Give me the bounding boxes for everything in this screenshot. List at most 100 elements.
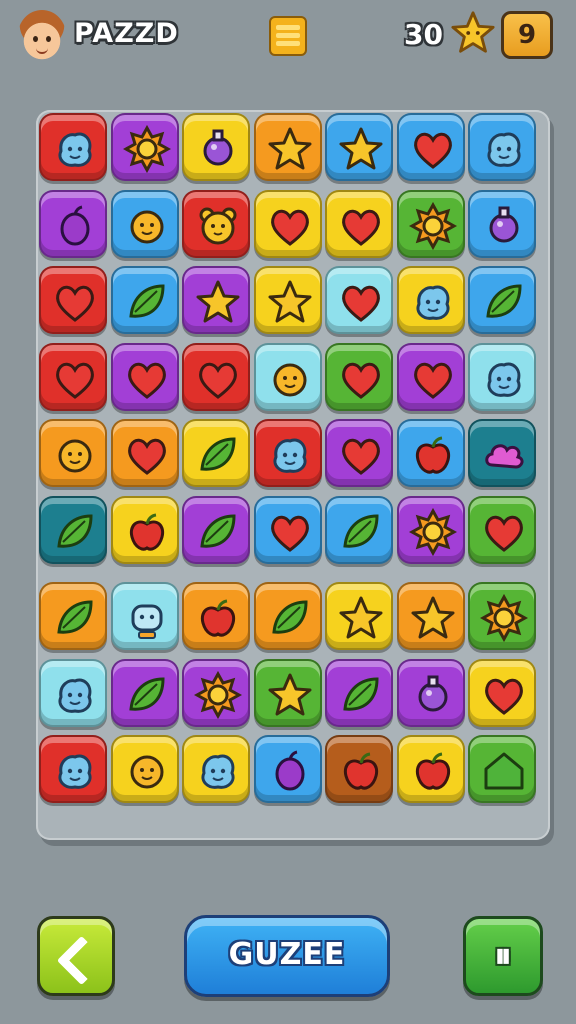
heart-icon xyxy=(270,209,309,246)
board-tile[interactable] xyxy=(182,735,250,803)
heart-icon xyxy=(342,285,380,322)
apple-icon xyxy=(343,752,379,790)
board-tile[interactable] xyxy=(253,342,322,411)
board-tile[interactable] xyxy=(110,735,179,803)
sun-icon xyxy=(122,125,171,173)
board-tile[interactable] xyxy=(325,419,393,487)
board-tile[interactable] xyxy=(182,495,250,564)
board-tile[interactable] xyxy=(182,113,250,181)
board-tile[interactable] xyxy=(325,189,393,258)
board-tile[interactable] xyxy=(396,113,465,181)
sun-face-icon xyxy=(130,210,163,243)
board-tile[interactable] xyxy=(39,419,107,487)
star-icon xyxy=(268,673,311,715)
heart-icon xyxy=(413,362,452,399)
board-tile[interactable] xyxy=(253,266,322,334)
leaf-icon xyxy=(486,284,522,318)
sun-icon xyxy=(408,507,457,556)
menu-button[interactable] xyxy=(269,16,307,56)
house-icon xyxy=(484,752,524,790)
board-tile[interactable] xyxy=(110,189,179,258)
board-tile[interactable] xyxy=(396,735,465,803)
board-tile[interactable] xyxy=(253,189,322,258)
board-tile[interactable] xyxy=(468,113,536,181)
pause-button[interactable]: ⏸ xyxy=(463,916,543,996)
board-tile[interactable] xyxy=(468,495,536,564)
board-tile[interactable] xyxy=(110,342,179,411)
board-tile[interactable] xyxy=(396,582,465,650)
star-icon xyxy=(339,127,383,170)
board-tile[interactable] xyxy=(39,658,107,727)
board-tile[interactable] xyxy=(325,266,393,334)
star-icon xyxy=(339,596,383,639)
board-tile[interactable] xyxy=(39,582,107,650)
back-button[interactable] xyxy=(37,916,115,996)
board-tile[interactable] xyxy=(325,735,393,803)
heart-icon xyxy=(56,285,94,322)
board-tile[interactable] xyxy=(39,266,107,334)
blob-face-icon xyxy=(58,678,92,713)
board-tile[interactable] xyxy=(396,658,465,727)
board-tile[interactable] xyxy=(325,342,393,411)
board-tile[interactable] xyxy=(468,189,536,258)
board-tile[interactable] xyxy=(182,342,250,411)
board-tile[interactable] xyxy=(468,735,536,803)
board-tile[interactable] xyxy=(325,113,393,181)
bear-face-icon xyxy=(199,207,237,244)
leaf-icon xyxy=(343,513,379,548)
board-tile[interactable] xyxy=(253,495,322,564)
board-tile[interactable] xyxy=(253,735,322,803)
board-tile[interactable] xyxy=(468,342,536,411)
plum-icon xyxy=(60,205,90,245)
sun-face-icon xyxy=(273,363,306,396)
blob-face-icon xyxy=(201,754,235,789)
board-tile[interactable] xyxy=(253,582,322,650)
board-tile[interactable] xyxy=(39,735,107,803)
board-tile[interactable] xyxy=(468,582,536,650)
board-tile[interactable] xyxy=(325,495,393,564)
board-tile[interactable] xyxy=(39,189,107,258)
board-tile[interactable] xyxy=(396,342,465,411)
board-tile[interactable] xyxy=(110,495,179,564)
pause-icon: ⏸ xyxy=(494,936,512,976)
board-tile[interactable] xyxy=(110,658,179,727)
potion-icon xyxy=(418,675,447,711)
board-tile[interactable] xyxy=(110,266,179,334)
level-badge[interactable]: 9 xyxy=(501,11,553,59)
board-tile[interactable] xyxy=(182,658,250,727)
leaf-icon xyxy=(57,513,93,548)
game-title: PAZZD xyxy=(74,18,179,49)
board-tile[interactable] xyxy=(325,658,393,727)
board-tile[interactable] xyxy=(182,189,250,258)
board-tile[interactable] xyxy=(253,113,322,181)
board-tile[interactable] xyxy=(182,582,250,650)
guzee-button[interactable]: GUZEE xyxy=(184,915,390,997)
board-tile[interactable] xyxy=(468,266,536,334)
board-tile[interactable] xyxy=(39,113,107,181)
heart-icon xyxy=(56,362,94,399)
board-tile[interactable] xyxy=(110,582,179,650)
board-tile[interactable] xyxy=(110,113,179,181)
score-value: 30 xyxy=(404,18,443,51)
avatar[interactable] xyxy=(18,10,66,60)
board-tile[interactable] xyxy=(396,495,465,564)
board-tile[interactable] xyxy=(253,658,322,727)
heart-icon xyxy=(342,362,380,399)
board-tile[interactable] xyxy=(468,419,536,487)
board-tile[interactable] xyxy=(253,419,322,487)
sun-icon xyxy=(480,594,528,642)
board-tile[interactable] xyxy=(110,419,179,487)
board-tile[interactable] xyxy=(468,658,536,727)
cloud-icon xyxy=(485,444,524,469)
board-tile[interactable] xyxy=(39,495,107,564)
board-tile[interactable] xyxy=(182,419,250,487)
avatar-eye xyxy=(46,36,51,42)
board-tile[interactable] xyxy=(39,342,107,411)
apple-icon xyxy=(415,436,450,474)
board-tile[interactable] xyxy=(396,266,465,334)
board-tile[interactable] xyxy=(396,189,465,258)
board-tile[interactable] xyxy=(396,419,465,487)
top-bar: PAZZD 30 9 xyxy=(0,0,576,80)
board-tile[interactable] xyxy=(182,266,250,334)
board-tile[interactable] xyxy=(325,582,393,650)
